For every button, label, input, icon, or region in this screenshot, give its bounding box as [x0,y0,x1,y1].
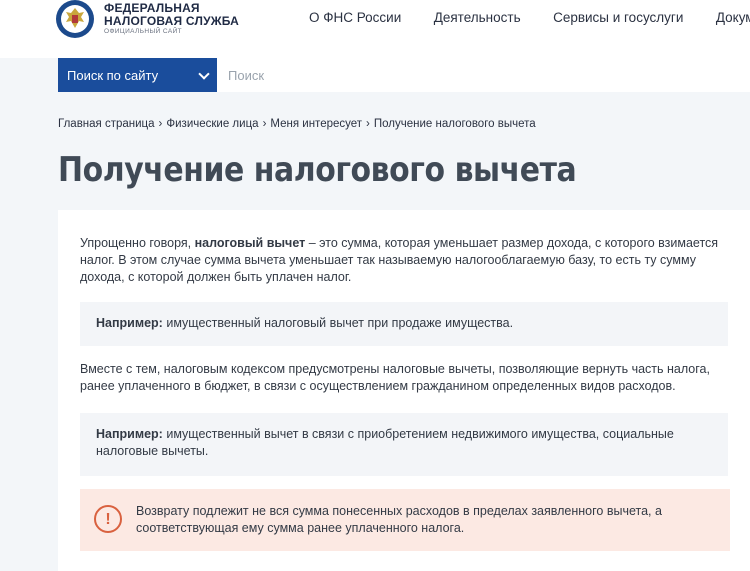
logo-line-1: ФЕДЕРАЛЬНАЯ [104,1,200,15]
breadcrumb: Главная страница › Физические лица › Меня ин… [58,118,536,130]
example-text: имущественный вычет в связи с приобретен… [96,427,674,458]
search-input[interactable] [217,58,750,92]
exclamation-circle-icon: ! [94,505,122,533]
nav-item-services[interactable]: Сервисы и госуслуги [553,10,683,25]
example-label: Например: [96,316,163,330]
search-scope-select[interactable]: Поиск по сайту [58,58,217,92]
example-block-2: Например: имущественный вычет в связи с … [80,413,728,476]
intro-text-start: Упрощенно говоря, [80,236,195,250]
chevron-right-icon: › [158,118,163,130]
chevron-right-icon: › [366,118,370,130]
logo-subtitle: ОФИЦИАЛЬНЫЙ САЙТ [104,28,183,35]
example-label: Например: [96,427,163,441]
notice-box: ! Возврату подлежит не вся сумма понесен… [80,489,730,551]
refund-paragraph: Вместе с тем, налоговым кодексом предусм… [80,362,710,393]
content-card: Упрощенно говоря, налоговый вычет – это … [58,210,750,571]
page-title: Получение налогового вычета [58,150,577,190]
breadcrumb-item-interests[interactable]: Меня интересует [270,118,362,130]
intro-paragraph: Упрощенно говоря, налоговый вычет – это … [80,235,740,286]
nav-item-documents[interactable]: Документы [716,10,750,25]
main-nav: О ФНС России Деятельность Сервисы и госу… [309,9,750,27]
breadcrumb-item-current: Получение налогового вычета [373,118,536,130]
notice-text: Возврату подлежит не вся сумма понесенны… [136,504,662,535]
site-logo-text[interactable]: ФЕДЕРАЛЬНАЯ НАЛОГОВАЯ СЛУЖБА ОФИЦИАЛЬНЫЙ… [104,2,239,36]
chevron-right-icon: › [262,118,267,130]
search-scope-label: Поиск по сайту [67,67,159,83]
example-text: имущественный налоговый вычет при продаж… [162,316,514,330]
search-left-spacer [0,58,58,92]
nav-item-activity[interactable]: Деятельность [434,10,521,25]
logo-line-2: НАЛОГОВАЯ СЛУЖБА [104,14,240,28]
intro-term: налоговый вычет [194,236,306,250]
breadcrumb-item-individuals[interactable]: Физические лица [166,118,258,130]
nav-item-about[interactable]: О ФНС России [309,10,401,25]
example-block-1: Например: имущественный налоговый вычет … [80,302,728,346]
fns-emblem-icon[interactable] [56,0,94,38]
search-bar: Поиск по сайту [0,58,750,92]
chevron-down-icon [198,68,210,80]
breadcrumb-item-home[interactable]: Главная страница [58,118,155,130]
